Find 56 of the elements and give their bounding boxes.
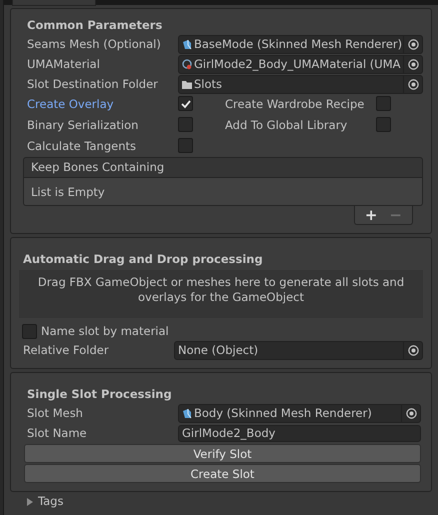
add-button[interactable]: + xyxy=(362,207,380,223)
checkbox[interactable] xyxy=(376,96,391,111)
object-picker-button[interactable] xyxy=(404,54,423,74)
material-icon xyxy=(182,58,192,70)
list-header: Keep Bones Containing xyxy=(23,157,423,178)
section-title: Single Slot Processing xyxy=(27,386,173,403)
object-picker-button[interactable] xyxy=(404,340,423,360)
field-label: Slot Name xyxy=(27,426,88,440)
toggle-label: Binary Serialization xyxy=(27,118,140,132)
checkbox[interactable] xyxy=(22,324,37,338)
target-icon xyxy=(408,38,418,50)
field-value: GirlMode2_Body_UMAMaterial (UMA xyxy=(194,57,400,71)
foldout-label: Tags xyxy=(38,495,64,508)
toggle-label: Add To Global Library xyxy=(225,118,348,132)
toggle-label: Calculate Tangents xyxy=(27,138,137,152)
section-title: Common Parameters xyxy=(27,17,164,34)
tags-foldout[interactable]: Tags xyxy=(26,495,86,508)
field-value: None (Object) xyxy=(178,343,258,357)
target-icon xyxy=(406,408,416,418)
action-button[interactable]: Verify Slot xyxy=(24,444,421,463)
object-field[interactable]: BaseMode (Skinned Mesh Renderer) xyxy=(178,34,404,54)
field-value: Body (Skinned Mesh Renderer) xyxy=(194,406,372,420)
empty-text: List is Empty xyxy=(31,184,105,198)
checkbox[interactable] xyxy=(376,117,391,132)
object-field[interactable]: Slots xyxy=(178,74,404,94)
target-icon xyxy=(408,78,418,90)
field-label: Slot Mesh xyxy=(27,406,84,420)
object-field[interactable]: GirlMode2_Body_UMAMaterial (UMA xyxy=(178,54,404,74)
object-picker-button[interactable] xyxy=(404,74,423,94)
object-field[interactable]: None (Object) xyxy=(174,340,404,360)
text-field[interactable]: GirlMode2_Body xyxy=(178,424,421,442)
folder-icon xyxy=(182,78,192,90)
target-icon xyxy=(408,58,418,70)
checkmark-icon xyxy=(180,98,192,110)
mesh-icon xyxy=(182,408,192,418)
toggle-label: Create Wardrobe Recipe xyxy=(225,96,366,110)
checkbox-label: Name slot by material xyxy=(41,324,169,338)
target-icon xyxy=(408,344,418,356)
object-field[interactable]: Body (Skinned Mesh Renderer) xyxy=(178,404,402,422)
checkbox[interactable] xyxy=(178,138,193,153)
section-title: Automatic Drag and Drop processing xyxy=(23,251,264,268)
field-label: Slot Destination Folder xyxy=(27,77,159,91)
checkbox[interactable] xyxy=(178,117,193,132)
object-picker-button[interactable] xyxy=(402,404,421,422)
drop-area[interactable]: Drag FBX GameObject or meshes here to generate all slots and overlays for the GameObject xyxy=(19,270,423,318)
field-value: Slots xyxy=(194,77,222,91)
toggle-label: Create Overlay xyxy=(27,96,115,110)
field-label: Seams Mesh (Optional) xyxy=(27,37,162,51)
checkbox[interactable] xyxy=(178,96,193,111)
field-value: BaseMode (Skinned Mesh Renderer) xyxy=(194,37,402,51)
action-button[interactable]: Create Slot xyxy=(24,464,421,483)
object-picker-button[interactable] xyxy=(404,34,423,54)
mesh-icon xyxy=(182,38,192,50)
triangle-icon xyxy=(26,498,34,506)
field-label: Relative Folder xyxy=(23,343,110,357)
field-label: UMAMaterial xyxy=(27,57,101,71)
